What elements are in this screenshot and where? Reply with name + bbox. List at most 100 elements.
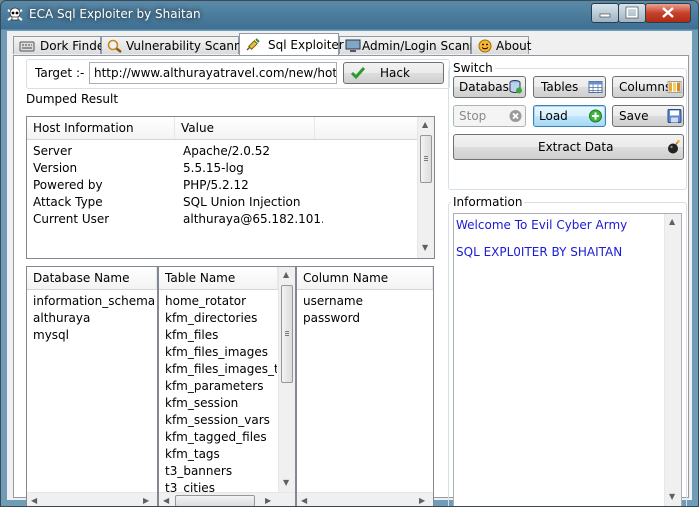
tab-about[interactable]: About xyxy=(471,36,531,54)
table-item[interactable]: kfm_parameters xyxy=(165,379,277,396)
column-header-table-name[interactable]: Table Name xyxy=(159,267,278,289)
table-item[interactable]: kfm_tags xyxy=(165,447,277,464)
target-panel: Target :- http://www.althurayatravel.com… xyxy=(26,59,450,89)
scroll-right-icon[interactable]: ▶ xyxy=(265,496,271,505)
table-list-header: Table Name xyxy=(159,267,278,290)
table-item[interactable]: t3_cities xyxy=(165,481,277,492)
column-header-host-information[interactable]: Host Information xyxy=(27,117,175,139)
scroll-thumb[interactable] xyxy=(175,495,255,506)
scroll-thumb[interactable] xyxy=(420,135,432,183)
database-list-header: Database Name xyxy=(27,267,157,290)
database-item[interactable]: information_schema xyxy=(33,294,155,311)
minimize-button[interactable] xyxy=(591,3,619,23)
maximize-button[interactable] xyxy=(618,3,646,23)
scroll-right-icon[interactable]: ▶ xyxy=(143,496,149,505)
tab-dork-finder[interactable]: Dork Finder xyxy=(13,36,109,54)
table-item[interactable]: kfm_session xyxy=(165,396,277,413)
minimize-icon xyxy=(599,13,611,18)
tab-label: Sql Exploiter xyxy=(268,38,344,52)
host-info-value: SQL Union Injection xyxy=(183,195,301,209)
scroll-down-icon[interactable]: ▼ xyxy=(669,492,675,501)
tab-label: Vulnerability Scanner xyxy=(126,39,254,53)
sql-exploiter-page: Target :- http://www.althurayatravel.com… xyxy=(13,55,689,506)
host-info-value: Apache/2.0.52 xyxy=(183,144,270,158)
tables-button[interactable]: Tables xyxy=(533,76,606,98)
table-item[interactable]: kfm_files_images xyxy=(165,345,277,362)
stop-button[interactable]: Stop xyxy=(453,105,526,127)
window-title: ECA Sql Exploiter by Shaitan xyxy=(29,7,201,21)
load-button[interactable]: Load xyxy=(533,105,606,127)
column-hscrollbar[interactable]: ◀ ▶ xyxy=(297,492,433,506)
close-button[interactable] xyxy=(645,3,691,23)
scroll-left-icon[interactable]: ◀ xyxy=(163,496,169,505)
extract-data-button[interactable]: Extract Data xyxy=(453,134,684,160)
table-item[interactable]: t3_banners xyxy=(165,464,277,481)
host-info-vscrollbar[interactable]: ▲ ▼ xyxy=(417,117,434,258)
table-item[interactable]: kfm_tagged_files xyxy=(165,430,277,447)
table-list[interactable]: Table Name home_rotator kfm_directories … xyxy=(158,266,296,506)
table-item[interactable]: kfm_session_vars xyxy=(165,413,277,430)
app-window: ECA Sql Exploiter by Shaitan Dork Finder… xyxy=(0,0,699,507)
column-item[interactable]: username xyxy=(303,294,363,311)
table-item[interactable]: kfm_files_images_thumbs xyxy=(165,362,277,379)
column-list[interactable]: Column Name username password ◀ ▶ xyxy=(296,266,434,506)
database-item[interactable]: althuraya xyxy=(33,311,90,328)
save-button[interactable]: Save xyxy=(612,105,684,127)
scroll-right-icon[interactable]: ▶ xyxy=(419,496,425,505)
host-info-value: PHP/5.2.12 xyxy=(183,178,249,192)
information-vscrollbar[interactable]: ▲ ▼ xyxy=(664,214,681,506)
table-item[interactable]: kfm_files xyxy=(165,328,277,345)
magnifier-icon xyxy=(107,39,122,53)
columns-button[interactable]: Columns xyxy=(612,76,684,98)
host-info-key: Version xyxy=(33,161,78,175)
table-item[interactable]: home_rotator xyxy=(165,294,277,311)
tab-admin-login-scanner[interactable]: Admin/Login Scanner xyxy=(339,36,490,54)
tables-button-label: Tables xyxy=(541,80,579,94)
host-info-list[interactable]: Host Information Value Server Apache/2.0… xyxy=(26,116,435,259)
title-bar[interactable]: ECA Sql Exploiter by Shaitan xyxy=(1,1,698,29)
target-url-input[interactable]: http://www.althurayatravel.com/new/hotel… xyxy=(89,62,337,84)
table-item[interactable]: kfm_directories xyxy=(165,311,277,328)
scroll-up-icon[interactable]: ▲ xyxy=(283,270,289,279)
columns-icon xyxy=(667,81,682,93)
info-line: SQL EXPL0ITER BY SHAITAN xyxy=(456,245,623,259)
column-header-column-name[interactable]: Column Name xyxy=(297,267,433,289)
host-info-value: althuraya@65.182.101.1... xyxy=(183,212,323,226)
database-list[interactable]: Database Name information_schema althura… xyxy=(26,266,158,506)
stop-icon xyxy=(509,110,522,122)
database-item[interactable]: mysql xyxy=(33,328,69,345)
host-info-key: Server xyxy=(33,144,73,158)
hack-button-label: Hack xyxy=(380,66,410,80)
hack-button[interactable]: Hack xyxy=(343,62,444,84)
scroll-left-icon[interactable]: ◀ xyxy=(301,496,307,505)
dumped-result-title: Dumped Result xyxy=(24,92,121,106)
tab-vulnerability-scanner[interactable]: Vulnerability Scanner xyxy=(101,36,254,54)
scroll-thumb[interactable] xyxy=(281,285,293,383)
column-item[interactable]: password xyxy=(303,311,360,328)
information-textbox[interactable]: Welcome To Evil Cyber Army SQL EXPL0ITER… xyxy=(453,213,682,506)
column-header-database-name[interactable]: Database Name xyxy=(27,267,157,289)
scroll-up-icon[interactable]: ▲ xyxy=(669,217,675,226)
save-button-label: Save xyxy=(619,109,649,123)
switch-group: Switch Database Tables Columns Stop Load… xyxy=(448,61,687,190)
table-vscrollbar[interactable]: ▲ ▼ xyxy=(278,267,295,492)
host-info-header: Host Information Value xyxy=(27,117,417,140)
extract-data-button-label: Extract Data xyxy=(538,140,614,154)
scroll-down-icon[interactable]: ▼ xyxy=(422,243,428,252)
table-hscrollbar[interactable]: ◀ ▶ xyxy=(159,492,295,506)
scroll-up-icon[interactable]: ▲ xyxy=(422,120,428,129)
database-button[interactable]: Database xyxy=(453,76,526,98)
database-hscrollbar[interactable]: ◀ ▶ xyxy=(27,492,157,506)
host-info-key: Current User xyxy=(33,212,110,226)
database-icon xyxy=(509,80,522,94)
bomb-icon xyxy=(668,140,680,154)
target-label: Target :- xyxy=(35,66,85,80)
column-header-value[interactable]: Value xyxy=(175,117,315,139)
monitor-icon xyxy=(345,39,361,52)
syringe-icon xyxy=(246,38,260,51)
scroll-left-icon[interactable]: ◀ xyxy=(31,496,37,505)
keyboard-icon xyxy=(19,41,35,52)
tab-sql-exploiter[interactable]: Sql Exploiter xyxy=(239,33,344,55)
info-line: Welcome To Evil Cyber Army xyxy=(456,218,628,232)
scroll-down-icon[interactable]: ▼ xyxy=(283,478,289,487)
